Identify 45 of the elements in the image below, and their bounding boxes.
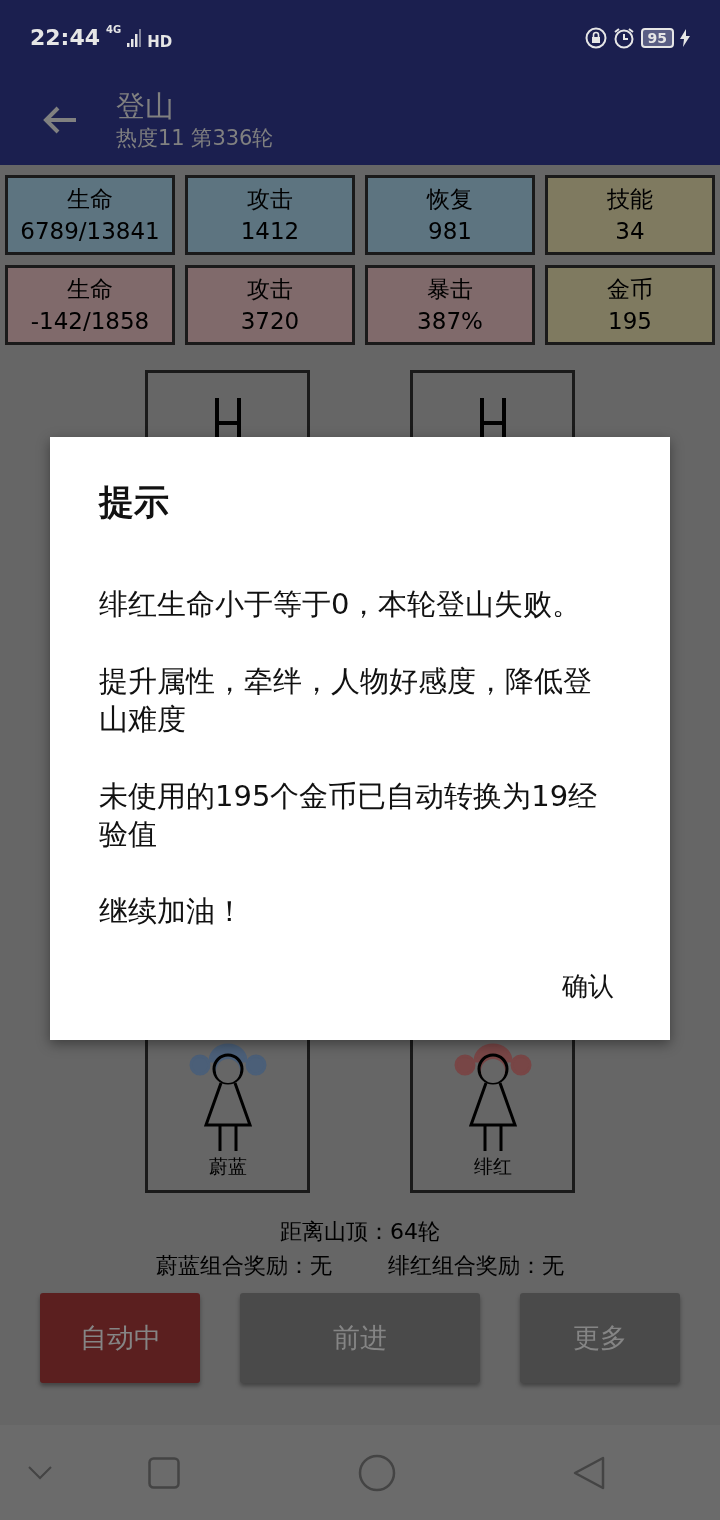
alarm-icon	[612, 26, 635, 49]
stat-label: 生命	[67, 185, 113, 214]
dialog-message: 未使用的195个金币已自动转换为19经验值	[99, 778, 599, 853]
combo-reward: 蔚蓝组合奖励：无	[156, 1252, 332, 1280]
screen-title: 登山	[116, 88, 175, 124]
stat-value: 387%	[417, 307, 483, 336]
back-arrow-icon[interactable]	[42, 105, 78, 135]
stat-label: 金币	[607, 275, 653, 304]
stat-value: 195	[608, 307, 652, 336]
stat-value: 6789/13841	[20, 217, 160, 246]
stat-label: 技能	[607, 185, 653, 214]
network-type: 4G	[106, 24, 122, 35]
back-button[interactable]	[572, 1454, 606, 1491]
stat-label: 攻击	[247, 275, 293, 304]
battery-level: 95	[640, 27, 674, 48]
combo-reward: 绯红组合奖励：无	[388, 1252, 564, 1280]
dialog-message: 继续加油！	[99, 893, 245, 930]
charging-bolt-icon	[680, 28, 690, 47]
stat-label: 恢复	[427, 185, 473, 214]
dialog-title: 提示	[99, 481, 170, 524]
action-button[interactable]: 自动中	[40, 1293, 200, 1383]
action-button[interactable]: 更多	[520, 1293, 680, 1383]
stat-label: 暴击	[427, 275, 473, 304]
screen-subtitle: 热度11 第336轮	[116, 125, 274, 152]
stat-value: 34	[615, 217, 645, 246]
character-name: 绯红	[473, 1154, 512, 1179]
character-name: 蔚蓝	[208, 1154, 247, 1179]
stat-value: 981	[428, 217, 472, 246]
hd-indicator: HD	[147, 32, 173, 51]
recents-button[interactable]	[148, 1456, 180, 1489]
chevron-down-icon[interactable]	[28, 1465, 52, 1480]
dialog-message: 提升属性，牵绊，人物好感度，降低登山难度	[99, 663, 593, 738]
stat-value: -142/1858	[30, 307, 150, 336]
stat-value: 3720	[240, 307, 300, 336]
home-button[interactable]	[358, 1453, 396, 1492]
stat-label: 攻击	[247, 185, 293, 214]
stat-label: 生命	[67, 275, 113, 304]
confirm-button[interactable]: 确认	[550, 963, 626, 1010]
clock: 22:44	[30, 25, 101, 50]
distance-to-summit: 距离山顶：64轮	[280, 1218, 440, 1246]
rotation-lock-icon	[584, 26, 607, 49]
dialog-message: 绯红生命小于等于0，本轮登山失败。	[99, 586, 583, 623]
action-button[interactable]: 前进	[240, 1293, 480, 1383]
stat-value: 1412	[240, 217, 300, 246]
signal-icon	[127, 28, 142, 47]
